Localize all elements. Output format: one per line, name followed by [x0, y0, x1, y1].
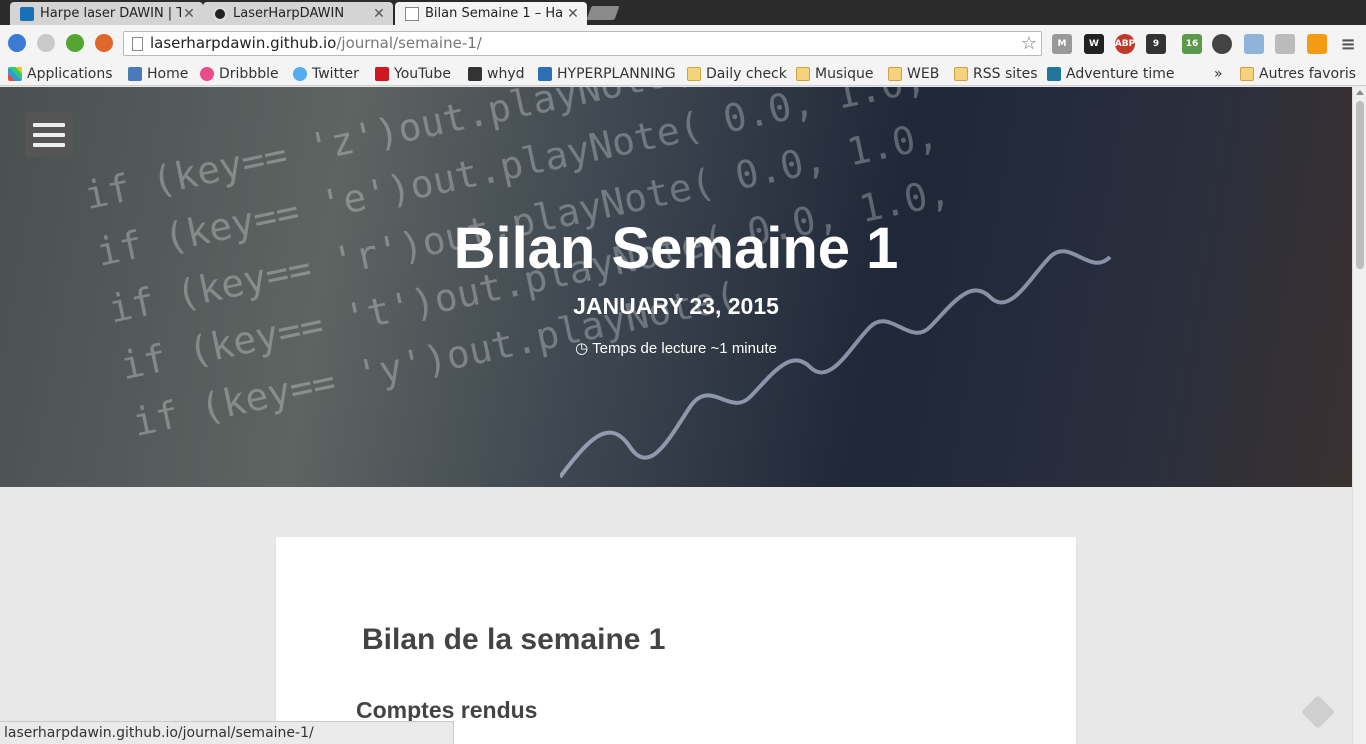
reload-button[interactable]: [66, 34, 84, 52]
bookmark-star-icon[interactable]: ☆: [1021, 32, 1037, 55]
menu-icon[interactable]: ≡: [1338, 34, 1358, 55]
adblock-icon[interactable]: ABP: [1115, 34, 1135, 54]
folder-icon: [687, 67, 701, 81]
tab-trello[interactable]: Harpe laser DAWIN | Tr ✕: [10, 2, 203, 25]
d-extension-icon[interactable]: 9: [1146, 34, 1166, 54]
hamburger-menu-button[interactable]: [25, 112, 73, 157]
trello-icon: [20, 6, 34, 21]
home-bucket-icon: [128, 67, 142, 81]
bookmark-youtube[interactable]: YouTube: [375, 64, 451, 84]
address-bar[interactable]: laserharpdawin.github.io/journal/semaine…: [123, 31, 1042, 56]
back-button[interactable]: [8, 34, 26, 52]
bookmark-musique[interactable]: Musique: [796, 64, 874, 84]
reading-time-label: Temps de lecture ~1 minute: [592, 340, 777, 357]
twitter-icon: [293, 67, 307, 81]
bookmark-label: YouTube: [394, 66, 451, 82]
toolbar: laserharpdawin.github.io/journal/semaine…: [0, 25, 1366, 62]
wordpress-icon: [1047, 67, 1061, 81]
folder-icon: [796, 67, 810, 81]
overflow-label: »: [1214, 66, 1223, 82]
w-extension-icon[interactable]: W: [1084, 34, 1104, 54]
folder-icon: [954, 67, 968, 81]
bookmark-home[interactable]: Home: [128, 64, 188, 84]
article-subheading: Comptes rendus: [356, 697, 538, 723]
address-path: /journal/semaine-1/: [336, 34, 482, 52]
whyd-icon: [468, 67, 482, 81]
gmail-icon[interactable]: M: [1052, 34, 1072, 54]
new-tab-button[interactable]: [586, 6, 620, 20]
article-card: Bilan de la semaine 1 Comptes rendus: [276, 537, 1076, 744]
close-icon[interactable]: ✕: [371, 6, 387, 22]
bookmark-label: Applications: [27, 66, 113, 82]
menu-bar: [33, 142, 65, 147]
bookmark-label: Home: [147, 66, 189, 82]
folder-icon: [888, 67, 902, 81]
page-icon: [405, 6, 419, 21]
clock-icon: ◷: [575, 340, 589, 357]
scroll-up-icon[interactable]: [1356, 90, 1364, 95]
forward-button[interactable]: [37, 34, 55, 52]
eyedropper-icon[interactable]: [1244, 34, 1264, 54]
bookmark-label: whyd: [487, 66, 525, 82]
spy-extension-icon[interactable]: [1212, 34, 1232, 54]
bookmarks-bar: Applications Home Dribbble Twitter YouTu…: [0, 62, 1366, 86]
tab-strip: Harpe laser DAWIN | Tr ✕ LaserHarpDAWIN …: [0, 0, 1366, 25]
tab-title: Harpe laser DAWIN | Tr: [40, 6, 181, 21]
cast-icon[interactable]: [1275, 34, 1295, 54]
bookmark-label: Musique: [815, 66, 874, 82]
article-heading: Bilan de la semaine 1: [362, 623, 666, 656]
tab-github[interactable]: LaserHarpDAWIN ✕: [203, 2, 393, 25]
menu-bar: [33, 132, 65, 137]
tab-bilan[interactable]: Bilan Semaine 1 – Ha ✕: [395, 2, 587, 25]
bookmark-label: RSS sites: [973, 66, 1038, 82]
page-title: Bilan Semaine 1: [453, 216, 899, 281]
bookmarks-overflow-button[interactable]: »: [1214, 64, 1223, 84]
feedback-tag-icon[interactable]: [1301, 695, 1335, 729]
status-bar: laserharpdawin.github.io/journal/semaine…: [0, 721, 454, 744]
dribbble-icon: [200, 67, 214, 81]
scrollbar-thumb[interactable]: [1356, 101, 1364, 269]
hyperplanning-icon: [538, 67, 552, 81]
menu-bar: [33, 122, 65, 127]
post-date: JANUARY 23, 2015: [573, 293, 779, 319]
bookmark-daily-check[interactable]: Daily check: [687, 64, 787, 84]
hero-header: if (key== 'z')out.playNote( 0.0, 1.0, if…: [0, 87, 1352, 487]
page-scrollbar[interactable]: [1352, 87, 1366, 744]
bookmark-label: Adventure time: [1066, 66, 1175, 82]
bookmark-label: Autres favoris: [1259, 66, 1357, 82]
bookmark-hyperplanning[interactable]: HYPERPLANNING: [538, 64, 676, 84]
bookmark-label: Twitter: [312, 66, 359, 82]
close-icon[interactable]: ✕: [565, 6, 581, 22]
reading-time: ◷ Temps de lecture ~1 minute: [0, 339, 1352, 357]
bookmark-label: Dribbble: [219, 66, 279, 82]
extension-badge: 9: [1152, 39, 1160, 49]
bookmark-applications[interactable]: Applications: [8, 64, 113, 84]
gr-extension-icon[interactable]: 16: [1182, 34, 1202, 54]
home-button[interactable]: [95, 34, 113, 52]
tab-title: Bilan Semaine 1 – Ha: [425, 6, 564, 21]
folder-icon: [1240, 67, 1254, 81]
close-icon[interactable]: ✕: [181, 6, 197, 22]
page-icon: [132, 37, 143, 51]
bookmark-label: WEB: [907, 66, 940, 82]
bookmark-rss-sites[interactable]: RSS sites: [954, 64, 1038, 84]
blogger-icon[interactable]: [1307, 34, 1327, 54]
address-host: laserharpdawin.github.io: [150, 34, 337, 52]
bookmark-whyd[interactable]: whyd: [468, 64, 525, 84]
bookmark-dribbble[interactable]: Dribbble: [200, 64, 279, 84]
bookmark-twitter[interactable]: Twitter: [293, 64, 359, 84]
bookmark-label: HYPERPLANNING: [557, 66, 676, 82]
bookmark-label: Daily check: [706, 66, 787, 82]
tab-title: LaserHarpDAWIN: [233, 6, 345, 21]
apps-grid-icon: [8, 67, 22, 81]
extension-badge: 16: [1185, 39, 1199, 49]
youtube-icon: [375, 67, 389, 81]
github-icon: [213, 6, 227, 21]
bookmark-adventure-time[interactable]: Adventure time: [1047, 64, 1175, 84]
bookmark-web[interactable]: WEB: [888, 64, 939, 84]
bookmark-other[interactable]: Autres favoris: [1240, 64, 1356, 84]
